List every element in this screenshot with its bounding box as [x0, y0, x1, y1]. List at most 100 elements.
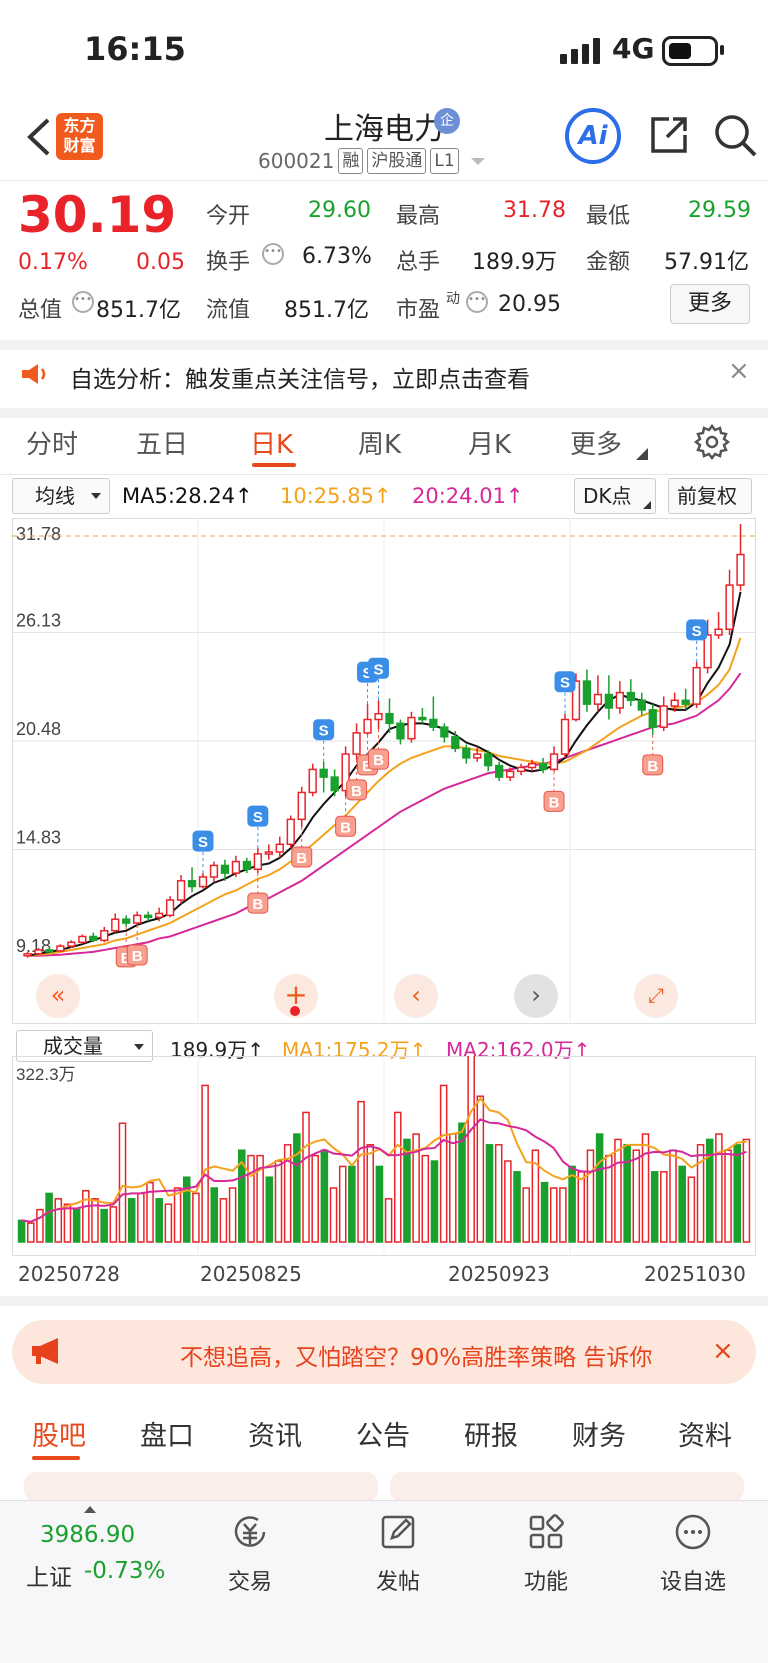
volume-bar — [669, 1149, 677, 1243]
add-watchlist-button[interactable]: 设自选 — [648, 1512, 738, 1596]
volume-bar — [430, 1160, 439, 1243]
tab-more[interactable]: 更多 — [570, 424, 622, 461]
gear-icon[interactable] — [694, 424, 730, 460]
candle — [286, 818, 295, 846]
chevron-right-icon[interactable]: › — [514, 974, 558, 1018]
rewind-icon[interactable]: « — [36, 974, 80, 1018]
tab-monthly-k[interactable]: 月K — [468, 424, 511, 461]
candle — [692, 666, 701, 705]
index-value[interactable]: 3986.90 — [40, 1522, 135, 1548]
buy-marker-label: B — [252, 896, 263, 913]
dk-points-button[interactable]: DK点 — [574, 478, 656, 514]
ma-select[interactable]: 均线 — [12, 478, 110, 514]
tab-financials[interactable]: 财务 — [572, 1414, 626, 1453]
tab-intraday[interactable]: 分时 — [26, 424, 78, 461]
tab-order-book[interactable]: 盘口 — [140, 1414, 194, 1453]
candle — [714, 628, 723, 636]
post-button[interactable]: 发帖 — [358, 1512, 438, 1596]
section-divider — [0, 1296, 768, 1306]
candle — [604, 693, 614, 709]
more-dots-icon[interactable]: ••• — [72, 291, 94, 313]
tab-daily-k[interactable]: 日K — [250, 424, 293, 461]
trade-button[interactable]: 交易 — [210, 1512, 290, 1596]
more-dots-icon[interactable]: ••• — [466, 291, 488, 313]
volume-bar — [632, 1149, 641, 1243]
tab-research[interactable]: 研报 — [464, 1414, 518, 1453]
volume-bar — [421, 1154, 430, 1243]
volume-bar — [724, 1149, 732, 1243]
functions-button[interactable]: 功能 — [506, 1512, 586, 1596]
tab-news[interactable]: 资讯 — [248, 1414, 302, 1453]
network-label: 4G — [612, 32, 655, 65]
status-time: 16:15 — [84, 30, 186, 68]
tab-five-day[interactable]: 五日 — [136, 424, 188, 461]
post-card[interactable] — [390, 1472, 744, 1502]
chevron-down-icon — [91, 493, 101, 499]
chevron-left-icon[interactable]: ‹ — [394, 974, 438, 1018]
battery-icon — [662, 36, 718, 66]
candle — [352, 732, 361, 755]
candle — [242, 860, 252, 871]
edit-icon — [381, 1515, 415, 1549]
high-label: 最高 — [396, 204, 441, 229]
volume-bar — [192, 1192, 200, 1243]
candlestick-chart[interactable]: 31.7826.1320.4814.839.18B BBBBBB BBBSSSS SS… — [12, 518, 756, 1024]
turnover-value: 6.73% — [302, 244, 372, 269]
close-icon[interactable]: × — [728, 356, 750, 386]
float-value: 851.7亿 — [284, 298, 369, 323]
tab-profile[interactable]: 资料 — [678, 1414, 732, 1453]
ai-button[interactable]: Ai — [565, 108, 621, 164]
volume-bar — [540, 1181, 549, 1243]
volume-bar — [45, 1192, 53, 1243]
volume-bar — [623, 1144, 631, 1243]
volume-bar — [549, 1187, 558, 1243]
tabs-divider — [0, 474, 768, 475]
more-button[interactable]: 更多 — [670, 284, 750, 324]
chevron-up-icon[interactable] — [84, 1506, 96, 1513]
volume-bar — [54, 1198, 63, 1243]
notice-text[interactable]: 自选分析：触发重点关注信号，立即点击查看 — [70, 360, 530, 394]
amount-value: 57.91亿 — [664, 250, 749, 275]
change-percent: 0.17% — [18, 250, 88, 275]
candle — [648, 709, 657, 728]
candle — [385, 712, 394, 725]
share-icon[interactable] — [647, 113, 691, 157]
candle — [495, 764, 504, 778]
volume-chart[interactable]: 322.3万 — [12, 1056, 756, 1256]
volume-bar — [467, 1056, 475, 1243]
index-change[interactable]: -0.73% — [84, 1558, 165, 1584]
expand-icon[interactable]: ⤢ — [634, 974, 678, 1018]
ma20-label: 20:24.01↑ — [412, 484, 524, 508]
stock-code-row[interactable]: 600021 融 沪股通 L1 — [258, 146, 485, 176]
candle — [56, 945, 65, 952]
header-divider — [0, 180, 768, 181]
volume-bar — [274, 1160, 283, 1243]
tab-forum[interactable]: 股吧 — [32, 1414, 86, 1453]
search-icon[interactable] — [712, 112, 758, 158]
grid-icon — [529, 1514, 564, 1549]
volume-bar — [393, 1111, 402, 1243]
adjust-button[interactable]: 前复权 — [668, 478, 752, 514]
candle — [538, 762, 548, 771]
candle — [89, 935, 98, 942]
tab-announcements[interactable]: 公告 — [356, 1414, 410, 1453]
volume-bar — [265, 1176, 274, 1243]
promo-text[interactable]: 不想追高，又怕踏空？90%高胜率策略 告诉你 — [180, 1338, 700, 1372]
post-card[interactable] — [24, 1472, 378, 1502]
chevron-down-icon[interactable] — [470, 157, 485, 165]
candle — [681, 699, 690, 705]
x-label: 20250825 — [200, 1262, 302, 1286]
tab-weekly-k[interactable]: 周K — [358, 424, 401, 461]
candle — [209, 864, 219, 878]
volume-bar — [36, 1208, 44, 1243]
buy-marker-label: B — [351, 783, 362, 800]
more-dots-icon[interactable]: ••• — [262, 243, 284, 265]
candle — [198, 876, 208, 888]
mktcap-label: 总值 — [18, 298, 63, 323]
float-label: 流值 — [206, 298, 251, 323]
buy-marker-label: B — [340, 819, 351, 836]
sell-marker-label: S — [319, 723, 329, 740]
volume-bar — [100, 1208, 108, 1243]
index-name[interactable]: 上证 — [26, 1558, 72, 1592]
close-icon[interactable]: × — [712, 1336, 734, 1366]
